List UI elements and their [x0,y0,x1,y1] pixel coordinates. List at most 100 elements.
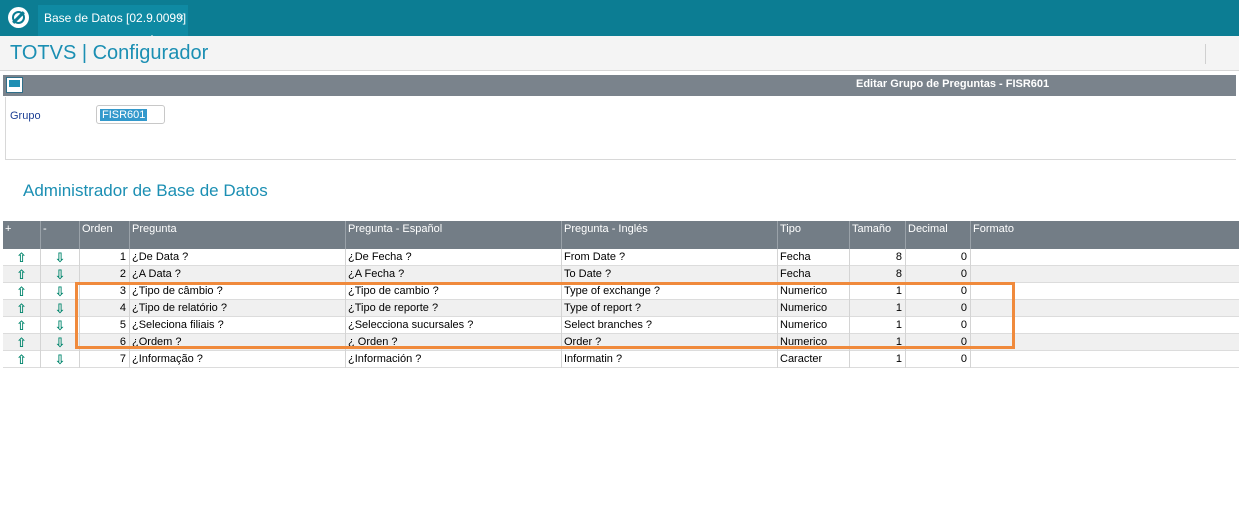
cell-decimal[interactable]: 0 [906,266,971,283]
cell-decimal[interactable]: 0 [906,249,971,266]
cell-tipo[interactable]: Numerico [778,334,850,351]
cell-orden[interactable]: 1 [80,249,130,266]
cell-tipo[interactable]: Caracter [778,351,850,368]
column-header-minus[interactable]: - [41,221,80,249]
arrow-down-icon[interactable]: ⇩ [43,334,77,351]
arrow-up-icon[interactable]: ⇧ [5,334,38,351]
arrow-up-icon[interactable]: ⇧ [5,317,38,334]
arrow-down-icon[interactable]: ⇩ [43,283,77,300]
cell-pregunta-ingles[interactable]: Type of exchange ? [562,283,778,300]
cell-orden[interactable]: 3 [80,283,130,300]
close-icon[interactable]: × [178,5,184,31]
cell-tamano[interactable]: 1 [850,351,906,368]
move-up-button[interactable]: ⇧ [3,317,41,334]
arrow-up-icon[interactable]: ⇧ [5,300,38,317]
cell-tamano[interactable]: 1 [850,283,906,300]
arrow-up-icon[interactable]: ⇧ [5,249,38,266]
grupo-value[interactable]: FISR601 [100,109,148,121]
column-header-tipo[interactable]: Tipo [778,221,850,249]
table-row[interactable]: ⇧ ⇩ 3 ¿Tipo de câmbio ? ¿Tipo de cambio … [3,283,1239,300]
arrow-up-icon[interactable]: ⇧ [5,266,38,283]
cell-formato[interactable] [971,351,1239,368]
move-down-button[interactable]: ⇩ [41,266,80,283]
move-down-button[interactable]: ⇩ [41,249,80,266]
column-header-formato[interactable]: Formato [971,221,1239,249]
move-down-button[interactable]: ⇩ [41,334,80,351]
cell-formato[interactable] [971,266,1239,283]
table-row[interactable]: ⇧ ⇩ 5 ¿Seleciona filiais ? ¿Selecciona s… [3,317,1239,334]
table-row[interactable]: ⇧ ⇩ 7 ¿Informação ? ¿Información ? Infor… [3,351,1239,368]
arrow-up-icon[interactable]: ⇧ [5,283,38,300]
move-down-button[interactable]: ⇩ [41,317,80,334]
arrow-down-icon[interactable]: ⇩ [43,317,77,334]
cell-tipo[interactable]: Fecha [778,266,850,283]
arrow-down-icon[interactable]: ⇩ [43,300,77,317]
cell-tamano[interactable]: 1 [850,334,906,351]
cell-pregunta-ingles[interactable]: To Date ? [562,266,778,283]
column-header-pregunta[interactable]: Pregunta [130,221,346,249]
cell-pregunta[interactable]: ¿Tipo de câmbio ? [130,283,346,300]
cell-tamano[interactable]: 8 [850,249,906,266]
arrow-down-icon[interactable]: ⇩ [43,351,77,368]
column-header-orden[interactable]: Orden [80,221,130,249]
cell-orden[interactable]: 2 [80,266,130,283]
cell-pregunta-espanol[interactable]: ¿De Fecha ? [346,249,562,266]
cell-pregunta-ingles[interactable]: Type of report ? [562,300,778,317]
arrow-down-icon[interactable]: ⇩ [43,266,77,283]
arrow-down-icon[interactable]: ⇩ [43,249,77,266]
cell-pregunta[interactable]: ¿A Data ? [130,266,346,283]
cell-decimal[interactable]: 0 [906,351,971,368]
cell-pregunta[interactable]: ¿Informação ? [130,351,346,368]
table-row[interactable]: ⇧ ⇩ 2 ¿A Data ? ¿A Fecha ? To Date ? Fec… [3,266,1239,283]
column-header-plus[interactable]: + [3,221,41,249]
cell-pregunta-ingles[interactable]: Select branches ? [562,317,778,334]
cell-tipo[interactable]: Fecha [778,249,850,266]
table-row[interactable]: ⇧ ⇩ 4 ¿Tipo de relatório ? ¿Tipo de repo… [3,300,1239,317]
tab-base-de-datos[interactable]: Base de Datos [02.9.0099] × [38,5,188,41]
cell-decimal[interactable]: 0 [906,334,971,351]
cell-formato[interactable] [971,317,1239,334]
column-header-pregunta-espanol[interactable]: Pregunta - Español [346,221,562,249]
move-up-button[interactable]: ⇧ [3,334,41,351]
cell-orden[interactable]: 5 [80,317,130,334]
cell-tamano[interactable]: 1 [850,300,906,317]
column-header-pregunta-ingles[interactable]: Pregunta - Inglés [562,221,778,249]
cell-pregunta[interactable]: ¿De Data ? [130,249,346,266]
cell-formato[interactable] [971,300,1239,317]
cell-formato[interactable] [971,334,1239,351]
cell-tamano[interactable]: 1 [850,317,906,334]
arrow-up-icon[interactable]: ⇧ [5,351,38,368]
cell-tipo[interactable]: Numerico [778,317,850,334]
cell-tipo[interactable]: Numerico [778,300,850,317]
cell-pregunta-ingles[interactable]: Order ? [562,334,778,351]
grupo-input[interactable]: FISR601 [96,105,165,124]
cell-pregunta[interactable]: ¿Ordem ? [130,334,346,351]
column-header-tamano[interactable]: Tamaño [850,221,906,249]
move-down-button[interactable]: ⇩ [41,283,80,300]
move-down-button[interactable]: ⇩ [41,300,80,317]
cell-pregunta-ingles[interactable]: From Date ? [562,249,778,266]
table-row[interactable]: ⇧ ⇩ 1 ¿De Data ? ¿De Fecha ? From Date ?… [3,249,1239,266]
move-up-button[interactable]: ⇧ [3,249,41,266]
cell-tamano[interactable]: 8 [850,266,906,283]
cell-pregunta-espanol[interactable]: ¿A Fecha ? [346,266,562,283]
cell-orden[interactable]: 7 [80,351,130,368]
cell-orden[interactable]: 6 [80,334,130,351]
cell-orden[interactable]: 4 [80,300,130,317]
move-down-button[interactable]: ⇩ [41,351,80,368]
cell-formato[interactable] [971,283,1239,300]
cell-pregunta-espanol[interactable]: ¿Información ? [346,351,562,368]
cell-decimal[interactable]: 0 [906,300,971,317]
totvs-logo-icon[interactable] [8,7,29,28]
move-up-button[interactable]: ⇧ [3,300,41,317]
move-up-button[interactable]: ⇧ [3,283,41,300]
table-row[interactable]: ⇧ ⇩ 6 ¿Ordem ? ¿ Orden ? Order ? Numeric… [3,334,1239,351]
cell-pregunta-espanol[interactable]: ¿Selecciona sucursales ? [346,317,562,334]
column-header-decimal[interactable]: Decimal [906,221,971,249]
cell-pregunta-espanol[interactable]: ¿Tipo de reporte ? [346,300,562,317]
cell-pregunta-espanol[interactable]: ¿Tipo de cambio ? [346,283,562,300]
cell-tipo[interactable]: Numerico [778,283,850,300]
cell-pregunta-ingles[interactable]: Informatin ? [562,351,778,368]
cell-decimal[interactable]: 0 [906,317,971,334]
cell-decimal[interactable]: 0 [906,283,971,300]
